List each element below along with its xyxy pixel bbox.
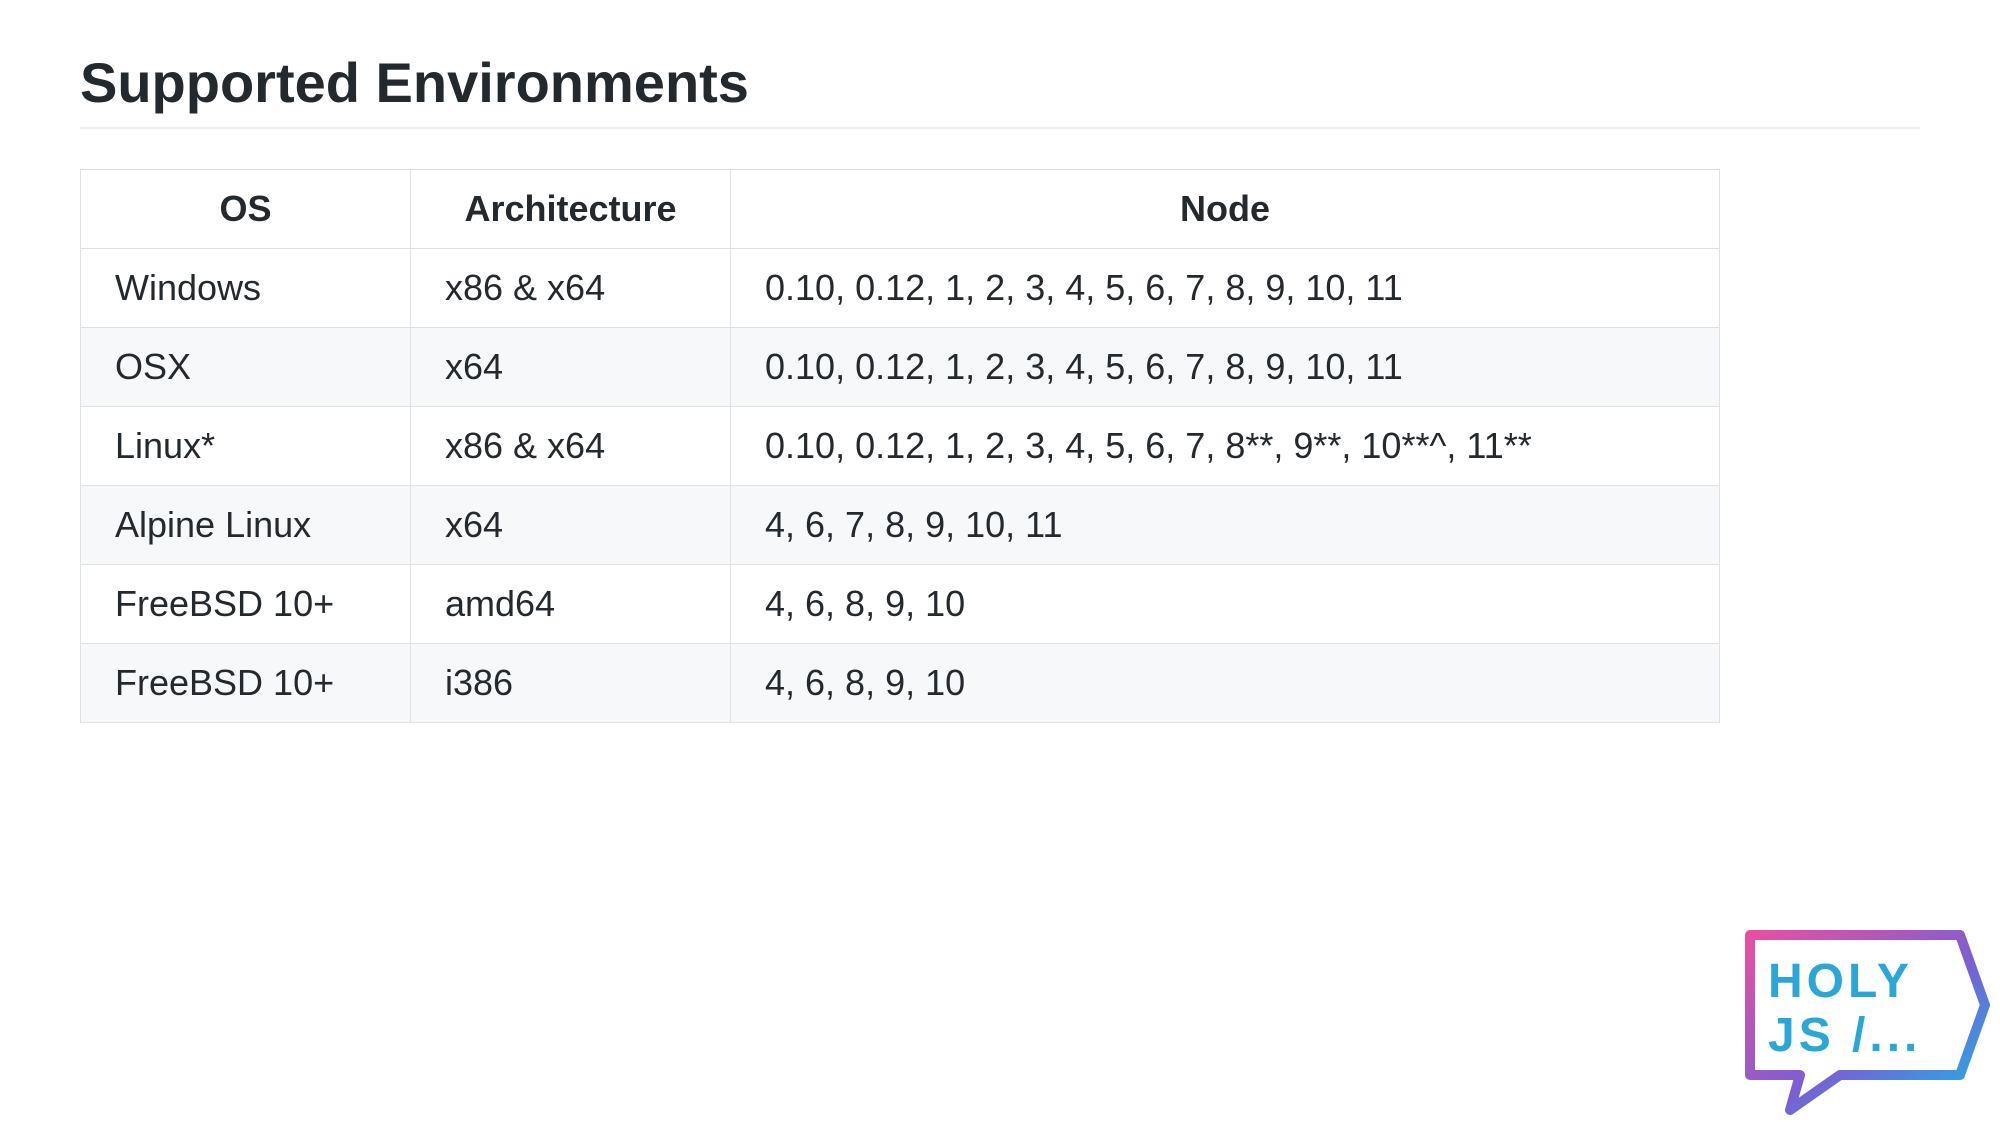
cell-os: OSX xyxy=(81,328,411,407)
cell-arch: amd64 xyxy=(411,565,731,644)
cell-node: 0.10, 0.12, 1, 2, 3, 4, 5, 6, 7, 8, 9, 1… xyxy=(731,249,1720,328)
table-row: Alpine Linux x64 4, 6, 7, 8, 9, 10, 11 xyxy=(81,486,1720,565)
cell-node: 4, 6, 7, 8, 9, 10, 11 xyxy=(731,486,1720,565)
table-row: Windows x86 & x64 0.10, 0.12, 1, 2, 3, 4… xyxy=(81,249,1720,328)
page-title: Supported Environments xyxy=(80,50,1920,129)
cell-os: Alpine Linux xyxy=(81,486,411,565)
slide-content: Supported Environments OS Architecture N… xyxy=(0,0,2000,723)
table-row: Linux* x86 & x64 0.10, 0.12, 1, 2, 3, 4,… xyxy=(81,407,1720,486)
cell-arch: x64 xyxy=(411,328,731,407)
cell-node: 4, 6, 8, 9, 10 xyxy=(731,565,1720,644)
table-row: FreeBSD 10+ amd64 4, 6, 8, 9, 10 xyxy=(81,565,1720,644)
cell-os: FreeBSD 10+ xyxy=(81,644,411,723)
cell-node: 4, 6, 8, 9, 10 xyxy=(731,644,1720,723)
cell-os: Linux* xyxy=(81,407,411,486)
col-header-node: Node xyxy=(731,170,1720,249)
cell-node: 0.10, 0.12, 1, 2, 3, 4, 5, 6, 7, 8**, 9*… xyxy=(731,407,1720,486)
cell-os: FreeBSD 10+ xyxy=(81,565,411,644)
table-row: OSX x64 0.10, 0.12, 1, 2, 3, 4, 5, 6, 7,… xyxy=(81,328,1720,407)
holyjs-logo-icon: HOLY JS /... xyxy=(1720,915,1990,1115)
col-header-os: OS xyxy=(81,170,411,249)
cell-arch: x86 & x64 xyxy=(411,407,731,486)
col-header-arch: Architecture xyxy=(411,170,731,249)
logo-text-line1: HOLY xyxy=(1768,955,1913,1008)
table-row: FreeBSD 10+ i386 4, 6, 8, 9, 10 xyxy=(81,644,1720,723)
cell-os: Windows xyxy=(81,249,411,328)
cell-arch: x86 & x64 xyxy=(411,249,731,328)
logo-text-line2: JS /... xyxy=(1768,1009,1921,1062)
holyjs-logo: HOLY JS /... xyxy=(1720,915,1990,1115)
table-header-row: OS Architecture Node xyxy=(81,170,1720,249)
environments-table: OS Architecture Node Windows x86 & x64 0… xyxy=(80,169,1720,723)
cell-arch: x64 xyxy=(411,486,731,565)
cell-arch: i386 xyxy=(411,644,731,723)
cell-node: 0.10, 0.12, 1, 2, 3, 4, 5, 6, 7, 8, 9, 1… xyxy=(731,328,1720,407)
